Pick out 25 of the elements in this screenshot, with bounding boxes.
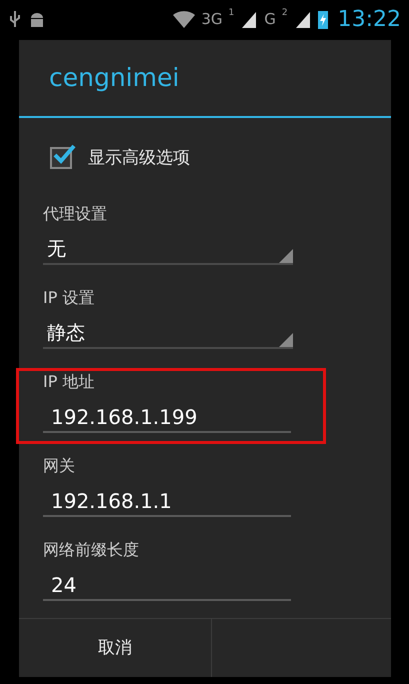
clock: 13:22 [338,6,401,32]
signal-icon [240,10,258,28]
dropdown[interactable]: 静态 [43,318,293,349]
network-type: G [264,10,276,28]
dropdown-corner-icon [279,332,293,347]
field-label: IP 设置 [43,288,96,309]
field-label: 网络前缀长度 [43,540,140,561]
checkbox-label: 显示高级选项 [88,147,190,170]
field-label: IP 地址 [43,372,96,393]
input-field[interactable]: 24 [43,570,291,601]
dialog-title: cengnimei [19,40,391,118]
signal-icon [294,10,312,28]
dropdown-corner-icon [279,248,293,263]
network-type: 3G [201,10,222,28]
battery-icon [318,9,328,29]
field-label: 网关 [43,456,76,477]
wifi-icon [173,10,196,28]
usb-icon [8,10,22,28]
dropdown[interactable]: 无 [43,234,293,265]
robot-icon [28,10,46,28]
input-field[interactable]: 192.168.1.1 [43,486,291,517]
sim-number: 1 [228,8,234,18]
sim-number: 2 [282,8,288,18]
input-field[interactable]: 192.168.1.199 [43,402,291,433]
field-label: 代理设置 [43,204,108,225]
